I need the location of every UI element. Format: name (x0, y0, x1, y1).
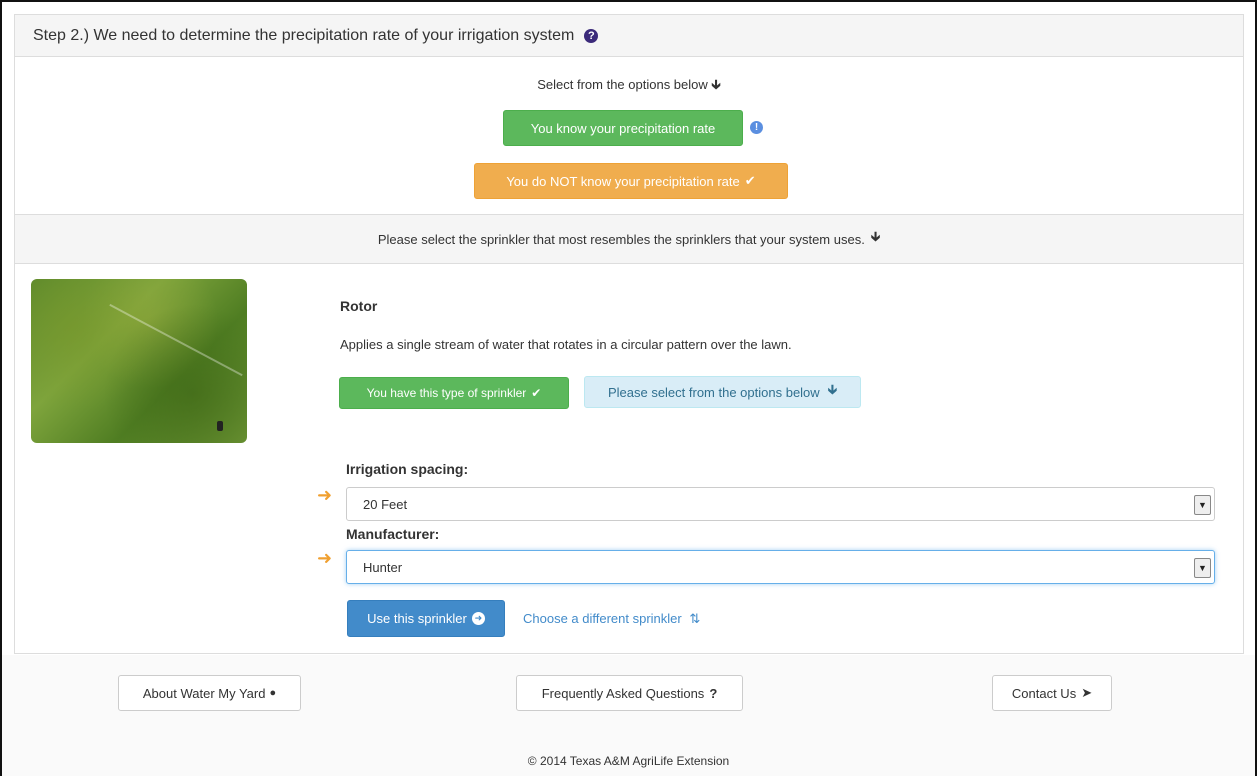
manufacturer-select[interactable]: Hunter ▼ (346, 550, 1215, 584)
about-label: About Water My Yard (142, 685, 266, 701)
tint-drop-icon: ● (269, 687, 277, 699)
step-heading: Step 2.) We need to determine the precip… (15, 15, 1243, 57)
choose-different-sprinkler-link[interactable]: Choose a different sprinkler ⇅ (523, 611, 700, 627)
chevron-down-icon[interactable]: ▼ (1194, 495, 1211, 515)
chevron-down-icon[interactable]: ▼ (1194, 558, 1211, 578)
info-circle-icon[interactable]: ! (750, 121, 763, 134)
select-options-notice: Please select from the options below 🡳 (584, 376, 861, 408)
sprinkler-description: Applies a single stream of water that ro… (340, 337, 792, 352)
check-icon: ✔ (531, 386, 542, 400)
sprinkler-prompt-text: Please select the sprinkler that most re… (377, 231, 865, 247)
copyright-text: © 2014 Texas A&M AgriLife Extension (527, 754, 730, 768)
have-sprinkler-button[interactable]: You have this type of sprinkler ✔ (339, 377, 569, 409)
question-circle-icon[interactable]: ? (584, 28, 599, 43)
sprinkler-prompt-band: Please select the sprinkler that most re… (15, 214, 1243, 264)
refresh-icon: ⇅ (689, 611, 701, 626)
arrow-down-icon: 🡳 (870, 229, 881, 244)
arrow-right-icon: ➜ (317, 548, 333, 568)
spacing-select[interactable]: 20 Feet ▼ (346, 487, 1215, 521)
choose-different-label: Choose a different sprinkler (523, 611, 682, 626)
use-sprinkler-button[interactable]: Use this sprinkler ➜ (347, 600, 505, 637)
contact-button[interactable]: Contact Us ➤ (992, 675, 1112, 711)
options-prompt: Select from the options below 🡳 (15, 76, 1243, 98)
arrow-down-icon: 🡳 (711, 77, 721, 92)
dont-know-rate-label: You do NOT know your precipitation rate (506, 173, 740, 189)
options-prompt-text: Select from the options below (537, 77, 708, 92)
use-sprinkler-label: Use this sprinkler (367, 611, 467, 626)
paper-plane-icon: ➤ (1081, 685, 1093, 700)
arrow-circle-right-icon: ➜ (471, 612, 485, 625)
faq-label: Frequently Asked Questions (541, 685, 705, 701)
spacing-value: 20 Feet (363, 496, 408, 512)
faq-button[interactable]: Frequently Asked Questions ? (516, 675, 743, 711)
manufacturer-label: Manufacturer: (346, 526, 440, 542)
about-button[interactable]: About Water My Yard ● (118, 675, 301, 711)
question-icon: ? (709, 685, 718, 701)
step-title: Step 2.) We need to determine the precip… (33, 26, 575, 44)
spacing-label: Irrigation spacing: (346, 461, 469, 477)
contact-label: Contact Us (1011, 685, 1077, 701)
arrow-down-icon: 🡳 (827, 382, 838, 397)
check-icon: ✔ (744, 173, 756, 188)
arrow-right-icon: ➜ (317, 485, 333, 505)
rotor-sprinkler-image (31, 279, 247, 443)
know-rate-label: You know your precipitation rate (530, 120, 716, 136)
manufacturer-value: Hunter (363, 559, 403, 575)
dont-know-rate-button[interactable]: You do NOT know your precipitation rate … (474, 163, 788, 199)
select-options-text: Please select from the options below (607, 384, 820, 400)
have-sprinkler-label: You have this type of sprinkler (366, 386, 527, 400)
sprinkler-name: Rotor (340, 298, 378, 314)
know-rate-button[interactable]: You know your precipitation rate (503, 110, 743, 146)
step-panel: Step 2.) We need to determine the precip… (14, 14, 1244, 654)
